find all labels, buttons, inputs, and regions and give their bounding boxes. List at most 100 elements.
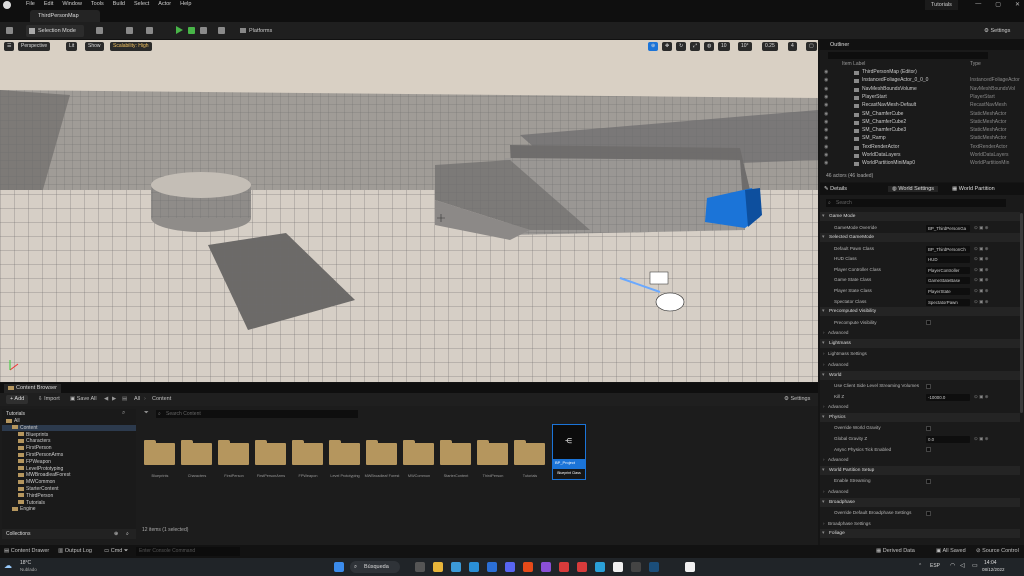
save-all-button[interactable]: ▣ Save All	[70, 395, 97, 404]
outliner-row[interactable]: ◉ SM_Ramp StaticMeshActor	[820, 135, 1024, 143]
menu-item-actor[interactable]: Actor	[158, 1, 171, 7]
import-button[interactable]: ⇩ Import	[38, 395, 60, 404]
outliner-row[interactable]: ◉ ThirdPersonMap (Editor)	[820, 69, 1024, 77]
visibility-eye-icon[interactable]: ◉	[824, 127, 828, 135]
lit-button[interactable]: Lit	[66, 42, 78, 51]
wifi-icon[interactable]: ◠	[950, 562, 955, 569]
grid-snap-value[interactable]: 10	[718, 42, 730, 51]
level-viewport[interactable]: ☰ Perspective Lit Show Scalability: High…	[0, 40, 818, 382]
app-icon-steam[interactable]	[649, 562, 659, 572]
details-section-header[interactable]: ▾ Game Mode	[820, 212, 1020, 221]
task-view-icon[interactable]	[415, 562, 425, 572]
source-control-button[interactable]: ⊘ Source Control	[976, 548, 1019, 554]
details-section-header[interactable]: ▾ World Partition Setup	[820, 465, 1020, 475]
folder-icon[interactable]	[514, 440, 545, 465]
visibility-eye-icon[interactable]: ◉	[824, 152, 828, 160]
property-value-field[interactable]: -10000.0	[926, 393, 970, 401]
add-collection-icon[interactable]: ⊕	[114, 529, 118, 539]
tab-world-partition[interactable]: ▦ World Partition	[952, 186, 995, 192]
menu-item-window[interactable]: Window	[62, 1, 82, 7]
tutorials-button[interactable]: Tutorials	[925, 0, 958, 10]
tree-item-fpweapon[interactable]: FPWeapon	[2, 459, 136, 466]
tab-details[interactable]: ✎ Details	[824, 186, 847, 192]
visual-studio-icon[interactable]	[541, 562, 551, 572]
tree-item-all[interactable]: All	[2, 418, 136, 425]
breadcrumb-all[interactable]: All	[134, 395, 140, 404]
selection-mode-dropdown[interactable]: Selection Mode	[26, 25, 84, 37]
tree-item-content[interactable]: Content	[2, 424, 136, 432]
folder-icon[interactable]	[477, 440, 508, 465]
cb-settings-button[interactable]: ⚙ Settings	[784, 395, 810, 404]
details-section-header[interactable]: ▾ Physics	[820, 412, 1020, 422]
platforms-button[interactable]: Platforms	[240, 25, 272, 37]
tree-item-mwcommon[interactable]: MWCommon	[2, 479, 136, 486]
edge-icon[interactable]	[469, 562, 479, 572]
close-icon[interactable]: ✕	[1015, 1, 1020, 8]
visibility-eye-icon[interactable]: ◉	[824, 94, 828, 102]
outliner-row[interactable]: ◉ TextRenderActor TextRenderActor	[820, 144, 1024, 152]
tree-item-levelprototyping[interactable]: LevelPrototyping	[2, 466, 136, 473]
play-options-icon[interactable]	[200, 27, 207, 34]
details-subsection[interactable]: › Broadphase Settings	[820, 519, 1020, 530]
tree-item-firstpersonarms[interactable]: FirstPersonArms	[2, 452, 136, 459]
minimize-icon[interactable]: —	[975, 1, 981, 8]
app-icon-blue[interactable]	[595, 562, 605, 572]
discord-icon[interactable]	[505, 562, 515, 572]
app-icon-red[interactable]	[559, 562, 569, 572]
folder-icon[interactable]	[440, 440, 471, 465]
property-actions-icon[interactable]: ⊙ ▣ ⊕	[974, 223, 989, 234]
outliner-row[interactable]: ◉ RecastNavMesh-Default RecastNavMesh	[820, 102, 1024, 110]
output-log-button[interactable]: ▥ Output Log	[58, 548, 92, 554]
scale-snap-value[interactable]: 0.25	[762, 42, 778, 51]
property-value-field[interactable]: PlayerController	[926, 266, 970, 274]
unreal-editor-icon[interactable]	[685, 562, 695, 572]
content-drawer-button[interactable]: ▤ Content Drawer	[4, 548, 49, 554]
all-saved-indicator[interactable]: ▣ All Saved	[936, 548, 966, 554]
folder-icon[interactable]	[255, 440, 286, 465]
visibility-eye-icon[interactable]: ◉	[824, 69, 828, 77]
outliner-row[interactable]: ◉ NavMeshBoundsVolume NavMeshBoundsVol	[820, 86, 1024, 94]
property-actions-icon[interactable]: ⊙ ▣ ⊕	[974, 265, 989, 276]
translate-icon[interactable]: ✥	[662, 42, 673, 51]
details-scrollbar[interactable]	[1020, 213, 1023, 413]
outliner-row[interactable]: ◉ SM_ChamferCube StaticMeshActor	[820, 111, 1024, 119]
outliner-row[interactable]: ◉ SM_ChamferCube3 StaticMeshActor	[820, 127, 1024, 135]
breadcrumb-content[interactable]: Content	[152, 395, 171, 404]
tab-world-settings[interactable]: ◍ World Settings	[888, 186, 939, 192]
property-checkbox[interactable]	[926, 320, 931, 326]
windows-start-icon[interactable]	[334, 562, 344, 572]
asset-search-input[interactable]: ⌕ Search Content	[156, 410, 358, 418]
property-checkbox[interactable]	[926, 478, 931, 484]
property-value-field[interactable]: BP_ThirdPersonCh	[926, 245, 970, 253]
clock-time[interactable]: 14:04	[984, 560, 997, 566]
visibility-eye-icon[interactable]: ◉	[824, 77, 828, 85]
menu-item-help[interactable]: Help	[180, 1, 191, 7]
details-section-header[interactable]: ▾ Foliage	[820, 529, 1020, 539]
details-section-header[interactable]: ▾ World	[820, 370, 1020, 380]
tree-item-tutorials[interactable]: Tutorials	[2, 500, 136, 507]
property-value-field[interactable]: BP_ThirdPersonGa	[926, 224, 970, 232]
resume-icon[interactable]	[188, 27, 195, 34]
visibility-eye-icon[interactable]: ◉	[824, 135, 828, 143]
maximize-viewport-icon[interactable]: ▢	[806, 42, 817, 51]
unreal-engine-icon[interactable]	[613, 562, 623, 572]
property-checkbox[interactable]	[926, 425, 931, 431]
visibility-eye-icon[interactable]: ◉	[824, 86, 828, 94]
outliner-row[interactable]: ◉ WorldDataLayers WorldDataLayers	[820, 152, 1024, 160]
epic-games-icon[interactable]	[631, 562, 641, 572]
scale-icon[interactable]: ⤢	[690, 42, 701, 51]
property-value-field[interactable]: GameStateBase	[926, 277, 970, 285]
language-indicator[interactable]: ESP	[930, 563, 940, 569]
property-actions-icon[interactable]: ⊙ ▣ ⊕	[974, 286, 989, 297]
tree-item-thirdperson[interactable]: ThirdPerson	[2, 493, 136, 500]
save-icon[interactable]	[6, 27, 13, 34]
blueprint-icon[interactable]	[126, 27, 133, 34]
cinematics-icon[interactable]	[146, 27, 153, 34]
folder-icon[interactable]	[181, 440, 212, 465]
property-checkbox[interactable]	[926, 510, 931, 516]
property-checkbox[interactable]	[926, 447, 931, 453]
property-value-field[interactable]: 0.0	[926, 436, 970, 443]
rotate-icon[interactable]: ↻	[676, 42, 687, 51]
office-icon[interactable]	[523, 562, 533, 572]
settings-button[interactable]: ⚙ Settings	[984, 25, 1010, 37]
